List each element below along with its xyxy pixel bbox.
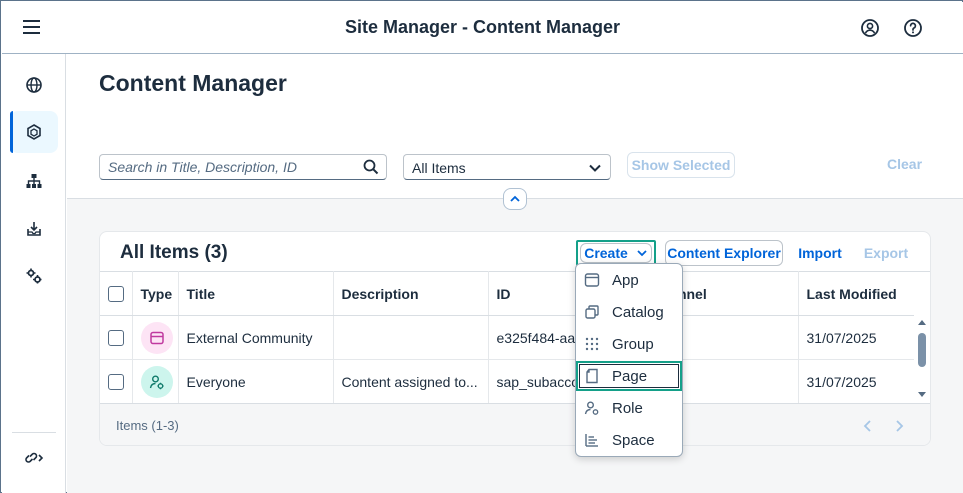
scroll-down-icon [918, 392, 926, 397]
last-modified-cell: 31/07/2025 [798, 315, 930, 360]
menu-item-label: Role [612, 399, 643, 417]
filter-select[interactable]: All Items [403, 154, 611, 180]
help-icon[interactable] [903, 18, 923, 38]
link-expand-icon [25, 452, 44, 463]
chevron-left-icon [863, 420, 871, 432]
shell-title: Site Manager - Content Manager [344, 17, 621, 37]
show-selected-button[interactable]: Show Selected [627, 152, 735, 178]
page-header: Content Manager All Items Show Selected … [67, 54, 963, 199]
title-cell: External Community [178, 315, 334, 360]
table-footer: Items (1-3) [100, 403, 930, 445]
sitemap-icon [26, 174, 42, 188]
title-cell: Everyone [178, 359, 334, 404]
page-title: Content Manager [99, 70, 287, 96]
items-panel: All Items (3) Create Content Explorer Im… [99, 231, 931, 446]
scroll-up-icon [918, 320, 926, 325]
page-icon [584, 368, 600, 389]
menu-item-space[interactable]: Space [576, 425, 682, 455]
create-button-label: Create [584, 245, 628, 261]
role-icon [584, 400, 600, 421]
shell-bar: Site Manager - Content Manager [2, 2, 963, 54]
nav-item-sites[interactable] [10, 64, 58, 106]
collapse-header-button[interactable] [503, 188, 527, 210]
side-navigation [2, 54, 66, 493]
clear-button[interactable]: Clear [887, 156, 922, 172]
nav-item-structure[interactable] [10, 160, 58, 202]
select-all-header [100, 271, 133, 316]
table-scrollbar[interactable] [914, 315, 930, 403]
content-icon [27, 124, 41, 140]
create-menu: App Catalog Group Page Role Space [575, 263, 683, 457]
table-row[interactable]: Everyone Content assigned to... sap_suba… [100, 359, 930, 404]
export-button[interactable]: Export [860, 240, 912, 266]
content-explorer-button[interactable]: Content Explorer [665, 240, 783, 266]
menu-item-label: App [612, 271, 639, 289]
settings-icon [26, 268, 42, 284]
panel-title: All Items (3) [120, 242, 228, 263]
space-type-icon [140, 321, 173, 354]
type-cell [132, 359, 179, 404]
column-header-title[interactable]: Title [178, 271, 334, 316]
column-header-last-modified[interactable]: Last Modified [798, 271, 930, 316]
menu-item-role[interactable]: Role [576, 393, 682, 423]
scroll-thumb[interactable] [918, 333, 926, 367]
create-button-inner: Create [580, 243, 652, 263]
column-header-description[interactable]: Description [333, 271, 489, 316]
menu-item-app[interactable]: App [576, 265, 682, 295]
row-select-cell [100, 359, 133, 404]
nav-item-content-manager[interactable] [10, 111, 58, 153]
items-count: Items (1-3) [116, 418, 179, 433]
chevron-down-icon [637, 250, 647, 257]
menu-item-catalog[interactable]: Catalog [576, 297, 682, 327]
search-field[interactable] [99, 154, 387, 180]
user-profile-icon[interactable] [860, 18, 880, 38]
description-cell: Content assigned to... [333, 359, 489, 404]
filter-select-value: All Items [412, 160, 466, 176]
role-type-icon [140, 365, 173, 398]
menu-item-label: Catalog [612, 303, 664, 321]
chevron-down-icon [588, 161, 602, 180]
next-page-button[interactable] [889, 416, 909, 436]
chevron-right-icon [896, 420, 904, 432]
row-checkbox[interactable] [108, 373, 124, 390]
inbox-icon [27, 222, 41, 236]
menu-item-label: Page [612, 367, 648, 385]
menu-item-label: Group [612, 335, 654, 353]
catalog-icon [584, 304, 600, 325]
space-icon [584, 432, 600, 453]
description-cell [333, 315, 489, 360]
search-icon[interactable] [363, 159, 379, 180]
nav-item-links[interactable] [10, 437, 58, 479]
app-icon [584, 272, 600, 293]
last-modified-cell: 31/07/2025 [798, 359, 930, 404]
menu-item-page[interactable]: Page [576, 361, 682, 391]
nav-item-settings[interactable] [10, 255, 58, 297]
menu-item-label: Space [612, 431, 655, 449]
main-content: Content Manager All Items Show Selected … [67, 54, 963, 493]
row-checkbox[interactable] [108, 329, 124, 346]
previous-page-button[interactable] [858, 416, 878, 436]
nav-divider [12, 432, 56, 433]
items-table: Type Title Description ID Channel Last M… [100, 271, 930, 404]
select-all-checkbox[interactable] [108, 285, 124, 302]
menu-item-group[interactable]: Group [576, 329, 682, 359]
import-button[interactable]: Import [794, 240, 846, 266]
type-cell [132, 315, 179, 360]
group-icon [584, 336, 600, 357]
row-select-cell [100, 315, 133, 360]
table-header-row: Type Title Description ID Channel Last M… [100, 271, 930, 316]
nav-item-imports[interactable] [10, 208, 58, 250]
column-header-type[interactable]: Type [132, 271, 179, 316]
globe-icon [26, 77, 42, 93]
search-input[interactable] [108, 159, 348, 175]
chevron-up-icon [510, 195, 520, 202]
table-row[interactable]: External Community e325f484-aa l 31/07/2… [100, 315, 930, 360]
app-frame: Site Manager - Content Manager Content M… [0, 0, 963, 493]
